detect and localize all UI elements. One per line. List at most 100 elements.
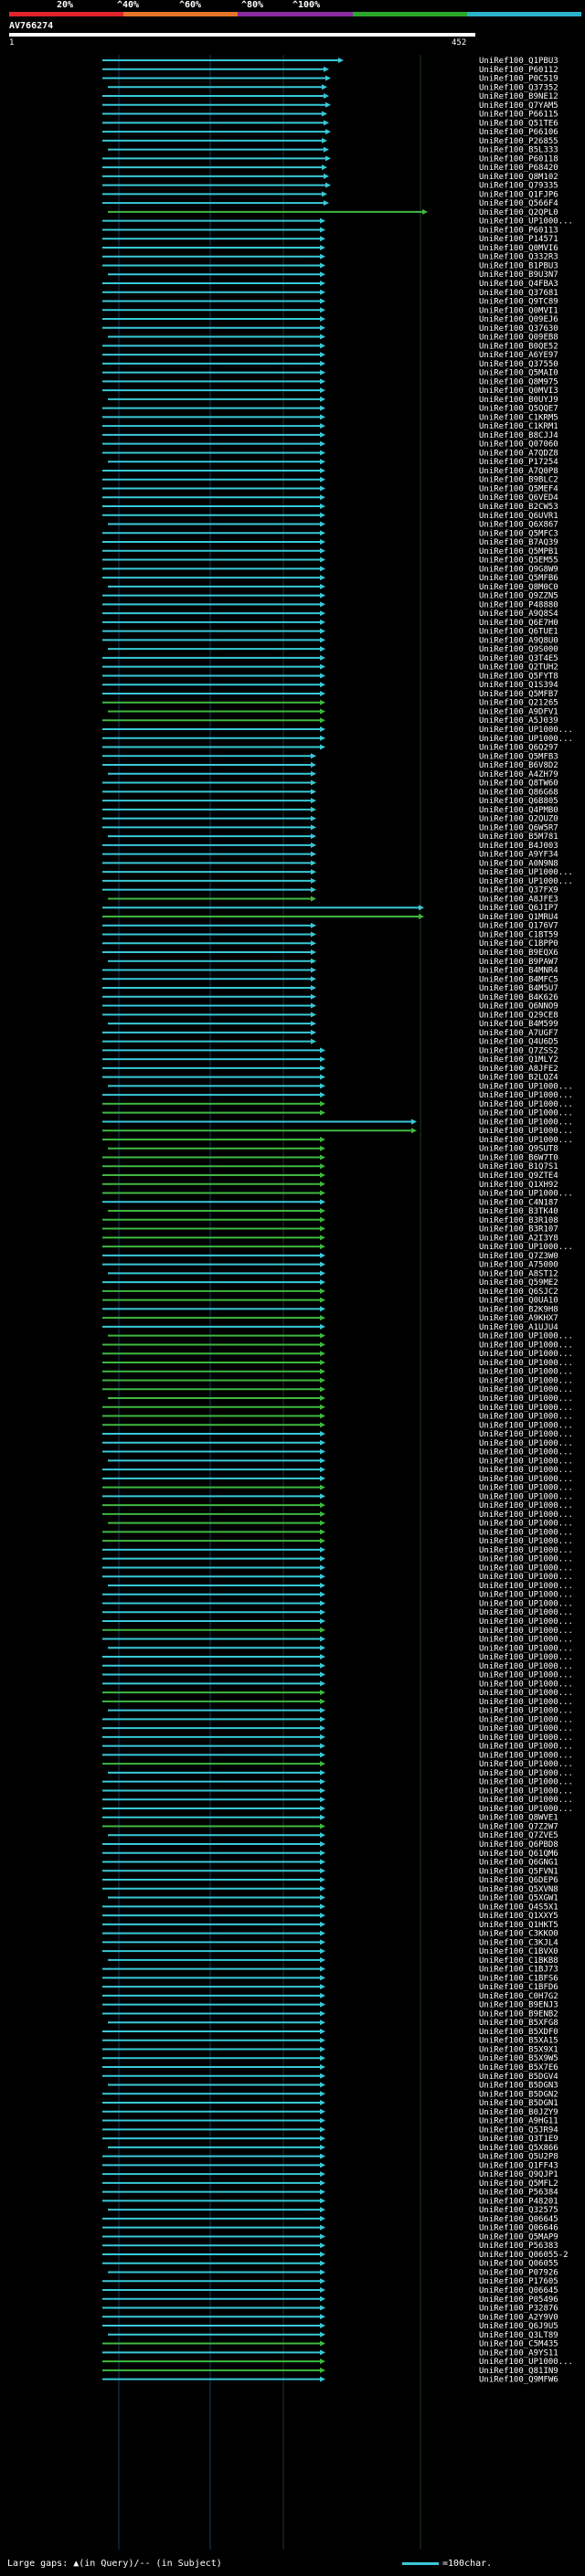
hit-label[interactable]: UniRef100_P32876	[479, 2305, 558, 2314]
hit-label[interactable]: UniRef100_Q9ZZN5	[479, 592, 558, 601]
hit-label[interactable]: UniRef100_UP1000...	[479, 877, 573, 886]
hit-label[interactable]: UniRef100_P56383	[479, 2242, 558, 2251]
hit-label[interactable]: UniRef100_UP1000...	[479, 1743, 573, 1752]
hit-label[interactable]: UniRef100_Q37352	[479, 83, 558, 92]
hit-label[interactable]: UniRef100_Q9QJP1	[479, 2170, 558, 2179]
hit-label[interactable]: UniRef100_B5DGN3	[479, 2082, 558, 2091]
hit-label[interactable]: UniRef100_B5XFG8	[479, 2019, 558, 2028]
hit-label[interactable]: UniRef100_UP1000...	[479, 1520, 573, 1529]
hit-label[interactable]: UniRef100_Q5MEF4	[479, 484, 558, 493]
hit-label[interactable]: UniRef100_UP1000...	[479, 1394, 573, 1404]
hit-label[interactable]: UniRef100_A7UGF7	[479, 1029, 558, 1038]
hit-label[interactable]: UniRef100_B5DGN1	[479, 2099, 558, 2108]
hit-label[interactable]: UniRef100_UP1000...	[479, 1091, 573, 1100]
hit-label[interactable]: UniRef100_C0H7G2	[479, 1992, 558, 2001]
hit-label[interactable]: UniRef100_A9KHX7	[479, 1314, 558, 1323]
hit-label[interactable]: UniRef100_Q1S394	[479, 681, 558, 690]
hit-label[interactable]: UniRef100_UP1000...	[479, 1573, 573, 1582]
hit-label[interactable]: UniRef100_UP1000...	[479, 735, 573, 744]
hit-label[interactable]: UniRef100_UP1000...	[479, 1608, 573, 1617]
hit-label[interactable]: UniRef100_Q1FF43	[479, 2161, 558, 2170]
hit-label[interactable]: UniRef100_A9Q8U0	[479, 636, 558, 645]
hit-label[interactable]: UniRef100_Q5JR94	[479, 2125, 558, 2135]
hit-label[interactable]: UniRef100_Q6TUE1	[479, 628, 558, 637]
hit-label[interactable]: UniRef100_Q6B805	[479, 797, 558, 806]
hit-label[interactable]: UniRef100_C3KKO0	[479, 1930, 558, 1939]
hit-label[interactable]: UniRef100_Q9ZTE4	[479, 1171, 558, 1181]
hit-label[interactable]: UniRef100_Q79335	[479, 182, 558, 191]
hit-label[interactable]: UniRef100_Q06055-2	[479, 2251, 569, 2260]
hit-label[interactable]: UniRef100_UP1000...	[479, 1501, 573, 1511]
hit-label[interactable]: UniRef100_Q21265	[479, 699, 558, 708]
hit-label[interactable]: UniRef100_Q1MLY2	[479, 1055, 558, 1065]
hit-label[interactable]: UniRef100_Q59ME2	[479, 1278, 558, 1288]
hit-label[interactable]: UniRef100_UP1000...	[479, 1617, 573, 1627]
hit-label[interactable]: UniRef100_UP1000...	[479, 1564, 573, 1573]
hit-label[interactable]: UniRef100_UP1000...	[479, 1689, 573, 1698]
hit-label[interactable]: UniRef100_B5X9W5	[479, 2054, 558, 2063]
hit-label[interactable]: UniRef100_A75000	[479, 1261, 558, 1270]
hit-label[interactable]: UniRef100_Q5MFB3	[479, 752, 558, 761]
hit-label[interactable]: UniRef100_Q0MVI1	[479, 306, 558, 315]
hit-label[interactable]: UniRef100_Q4S5X1	[479, 1903, 558, 1912]
hit-label[interactable]: UniRef100_A7Q0P8	[479, 467, 558, 476]
hit-label[interactable]: UniRef100_C1BKB8	[479, 1956, 558, 1966]
hit-label[interactable]: UniRef100_UP1000...	[479, 1707, 573, 1716]
hit-label[interactable]: UniRef100_UP1000...	[479, 1475, 573, 1484]
hit-label[interactable]: UniRef100_P66106	[479, 128, 558, 137]
hit-label[interactable]: UniRef100_A1UJU4	[479, 1323, 558, 1332]
hit-label[interactable]: UniRef100_Q8M0C0	[479, 583, 558, 592]
hit-label[interactable]: UniRef100_B7AQ39	[479, 538, 558, 547]
hit-label[interactable]: UniRef100_C3KJL4	[479, 1938, 558, 1947]
hit-label[interactable]: UniRef100_Q5EM55	[479, 557, 558, 566]
hit-label[interactable]: UniRef100_C1BT59	[479, 930, 558, 939]
hit-label[interactable]: UniRef100_Q6Q297	[479, 744, 558, 753]
hit-label[interactable]: UniRef100_UP1000...	[479, 1332, 573, 1341]
hit-label[interactable]: UniRef100_UP1000...	[479, 1376, 573, 1385]
hit-label[interactable]: UniRef100_Q5U2P8	[479, 2153, 558, 2162]
hit-label[interactable]: UniRef100_UP1000...	[479, 1350, 573, 1359]
hit-label[interactable]: UniRef100_A9YF34	[479, 851, 558, 860]
hit-label[interactable]: UniRef100_UP1000...	[479, 1769, 573, 1778]
hit-label[interactable]: UniRef100_P68420	[479, 164, 558, 173]
hit-label[interactable]: UniRef100_Q81IN9	[479, 2367, 558, 2376]
hit-label[interactable]: UniRef100_C1KRM1	[479, 422, 558, 431]
hit-label[interactable]: UniRef100_Q4PMB0	[479, 806, 558, 815]
hit-label[interactable]: UniRef100_P05496	[479, 2295, 558, 2305]
hit-label[interactable]: UniRef100_UP1000...	[479, 1466, 573, 1475]
hit-label[interactable]: UniRef100_B1PBU3	[479, 261, 558, 270]
hit-label[interactable]: UniRef100_Q5FVN1	[479, 1867, 558, 1876]
hit-label[interactable]: UniRef100_Q9G8W9	[479, 565, 558, 574]
hit-label[interactable]: UniRef100_C1BFS6	[479, 1974, 558, 1983]
hit-label[interactable]: UniRef100_UP1000...	[479, 1404, 573, 1413]
hit-label[interactable]: UniRef100_UP1000...	[479, 1127, 573, 1136]
hit-label[interactable]: UniRef100_UP1000...	[479, 1341, 573, 1350]
hit-label[interactable]: UniRef100_Q5MFL2	[479, 2179, 558, 2189]
hit-label[interactable]: UniRef100_Q1PBU3	[479, 57, 558, 66]
hit-label[interactable]: UniRef100_B4M599	[479, 1020, 558, 1029]
hit-label[interactable]: UniRef100_P48201	[479, 2197, 558, 2206]
hit-label[interactable]: UniRef100_Q6VED4	[479, 493, 558, 503]
hit-label[interactable]: UniRef100_B4MFC5	[479, 975, 558, 984]
hit-label[interactable]: UniRef100_Q8WVE1	[479, 1814, 558, 1823]
hit-label[interactable]: UniRef100_Q9TC89	[479, 298, 558, 307]
hit-label[interactable]: UniRef100_B2LQZ4	[479, 1074, 558, 1083]
hit-label[interactable]: UniRef100_UP1000...	[479, 1698, 573, 1707]
hit-label[interactable]: UniRef100_Q5XVN8	[479, 1885, 558, 1894]
hit-label[interactable]: UniRef100_UP1000...	[479, 1627, 573, 1636]
hit-label[interactable]: UniRef100_UP1000...	[479, 1528, 573, 1537]
hit-label[interactable]: UniRef100_Q29CE8	[479, 1011, 558, 1020]
hit-label[interactable]: UniRef100_Q37681	[479, 289, 558, 298]
hit-label[interactable]: UniRef100_Q3T1E9	[479, 2135, 558, 2144]
hit-label[interactable]: UniRef100_Q5MFB6	[479, 574, 558, 583]
hit-label[interactable]: UniRef100_A8ST12	[479, 1269, 558, 1278]
hit-label[interactable]: UniRef100_UP1000...	[479, 1109, 573, 1118]
hit-label[interactable]: UniRef100_B2CW53	[479, 503, 558, 512]
hit-label[interactable]: UniRef100_B1Q7S1	[479, 1162, 558, 1171]
hit-label[interactable]: UniRef100_A7QDZ8	[479, 449, 558, 458]
hit-label[interactable]: UniRef100_UP1000...	[479, 1671, 573, 1680]
hit-label[interactable]: UniRef100_B4M5U7	[479, 984, 558, 993]
hit-label[interactable]: UniRef100_Q9SUT8	[479, 1145, 558, 1154]
hit-label[interactable]: UniRef100_B6W7T0	[479, 1153, 558, 1162]
hit-label[interactable]: UniRef100_UP1000...	[479, 1118, 573, 1127]
